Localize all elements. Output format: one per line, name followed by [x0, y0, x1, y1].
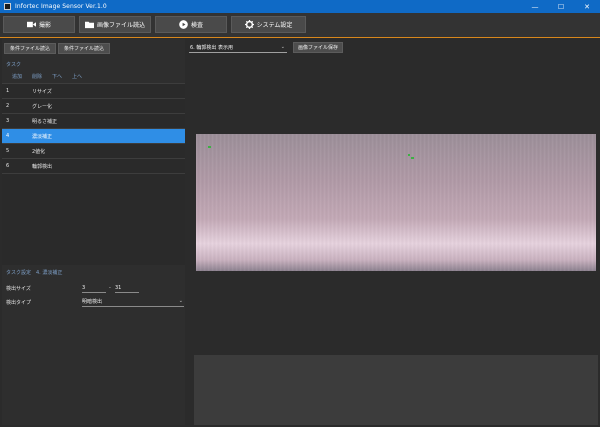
chevron-down-icon: ⌄: [178, 298, 183, 304]
task-row[interactable]: 1 リサイズ: [2, 84, 185, 99]
detection-mark: [411, 157, 414, 159]
task-name: 濃淡補正: [32, 133, 53, 140]
detect-type-label: 検出タイプ: [6, 300, 32, 306]
task-name: グレー化: [32, 103, 53, 110]
app-icon: [4, 3, 11, 10]
main-toolbar: 撮影 画像ファイル読込 検査 システム設定: [0, 13, 600, 38]
task-section-label: タスク: [6, 62, 22, 68]
detect-size-row: 検出サイズ 3 - 31: [2, 282, 185, 294]
system-settings-label: システム設定: [256, 22, 293, 29]
image-preview: [196, 134, 596, 271]
detect-size-min-input[interactable]: 3: [82, 283, 106, 293]
condition-file-load-button-a[interactable]: 条件ファイル読込: [4, 43, 56, 54]
main-panel: 6. 輪郭検出 表示用 ⌄ 画像ファイル保存: [189, 39, 598, 425]
task-row[interactable]: 5 2値化: [2, 144, 185, 159]
task-number: 5: [6, 148, 10, 154]
play-circle-icon: [179, 20, 188, 29]
detect-size-separator: -: [109, 285, 111, 291]
detect-type-row: 検出タイプ 明暗検出 ⌄: [2, 296, 185, 308]
window-controls: — ☐ ✕: [522, 0, 600, 13]
task-name: 明るさ補正: [32, 118, 58, 125]
window-title: Infortec Image Sensor Ver.1.0: [15, 3, 107, 10]
load-image-label: 画像ファイル読込: [96, 22, 145, 29]
task-actions: 追加 削除 下へ 上へ: [12, 73, 82, 80]
task-settings-name: 4. 濃淡補正: [36, 270, 63, 276]
left-panel: 条件ファイル読込 条件ファイル読込 タスク 追加 削除 下へ 上へ 1 リサイズ…: [2, 39, 185, 425]
capture-label: 撮影: [38, 22, 51, 29]
minimize-button[interactable]: —: [522, 0, 548, 13]
video-camera-icon: [26, 21, 36, 28]
task-number: 6: [6, 163, 10, 169]
view-select[interactable]: 6. 輪郭検出 表示用 ⌄: [189, 42, 287, 53]
task-row[interactable]: 2 グレー化: [2, 99, 185, 114]
folder-icon: [84, 21, 94, 29]
task-name: 2値化: [32, 148, 46, 155]
detect-type-select[interactable]: 明暗検出 ⌄: [82, 297, 184, 307]
task-row[interactable]: 6 輪郭検出: [2, 159, 185, 174]
task-name: リサイズ: [32, 88, 52, 95]
view-select-value: 6. 輪郭検出 表示用: [190, 44, 233, 51]
title-bar: Infortec Image Sensor Ver.1.0 — ☐ ✕: [0, 0, 600, 13]
result-panel: [194, 355, 598, 425]
inspect-button[interactable]: 検査: [155, 16, 227, 33]
task-up-button[interactable]: 上へ: [72, 73, 82, 80]
task-settings-label: タスク設定: [6, 270, 32, 276]
task-add-button[interactable]: 追加: [12, 73, 22, 80]
image-texture: [196, 134, 596, 271]
detection-mark: [208, 146, 211, 148]
system-settings-button[interactable]: システム設定: [231, 16, 306, 33]
task-number: 4: [6, 133, 10, 139]
detection-mark: [408, 154, 410, 156]
inspect-label: 検査: [190, 22, 203, 29]
detect-type-value: 明暗検出: [82, 299, 103, 305]
task-number: 1: [6, 88, 10, 94]
task-name: 輪郭検出: [32, 163, 53, 170]
task-settings-panel: タスク設定 4. 濃淡補正 検出サイズ 3 - 31 検出タイプ 明暗検出 ⌄: [2, 265, 185, 425]
detect-size-max-input[interactable]: 31: [115, 283, 139, 293]
save-image-button[interactable]: 画像ファイル保存: [293, 42, 343, 53]
detect-size-label: 検出サイズ: [6, 286, 31, 292]
task-number: 3: [6, 118, 10, 124]
condition-file-load-button-b[interactable]: 条件ファイル読込: [58, 43, 110, 54]
close-button[interactable]: ✕: [574, 0, 600, 13]
task-row[interactable]: 3 明るさ補正: [2, 114, 185, 129]
chevron-down-icon: ⌄: [280, 44, 285, 50]
capture-button[interactable]: 撮影: [3, 16, 75, 33]
task-remove-button[interactable]: 削除: [32, 73, 42, 80]
task-row-selected[interactable]: 4 濃淡補正: [2, 129, 185, 144]
task-number: 2: [6, 103, 10, 109]
maximize-button[interactable]: ☐: [548, 0, 574, 13]
load-image-button[interactable]: 画像ファイル読込: [79, 16, 151, 33]
gear-icon: [244, 20, 254, 29]
task-down-button[interactable]: 下へ: [52, 73, 62, 80]
